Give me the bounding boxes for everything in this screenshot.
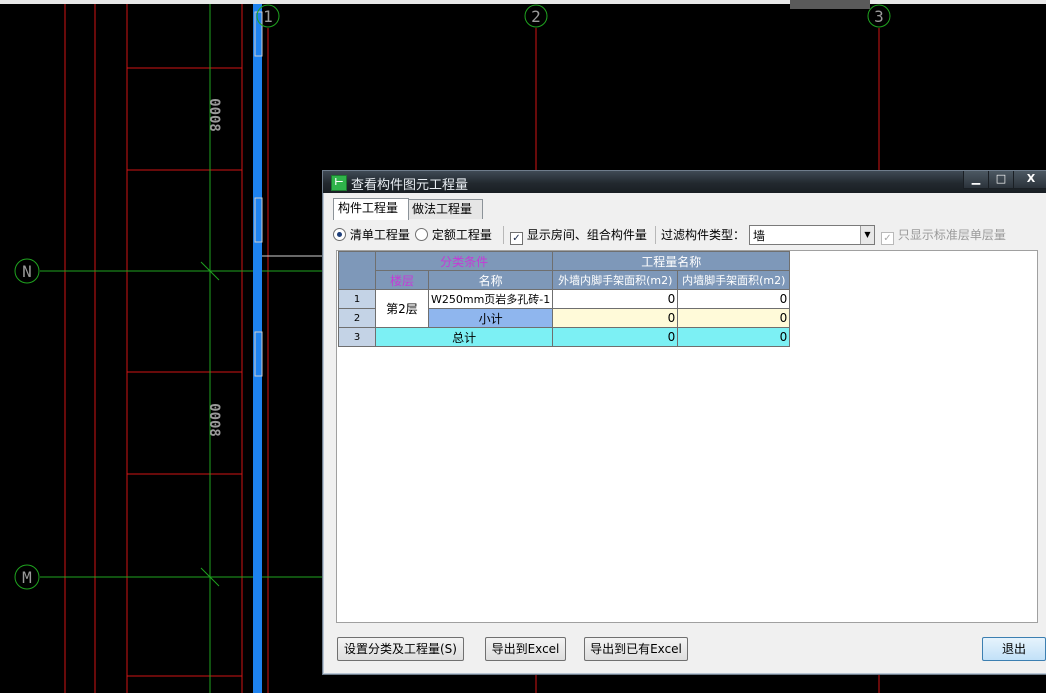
toolbar-separator [655,226,656,244]
cell-subtotal-inner[interactable]: 0 [677,308,791,328]
radio-unselected-icon [415,228,428,241]
cell-subtotal-outer[interactable]: 0 [552,308,679,328]
quantity-dialog: ⊢ 查看构件图元工程量 ▁ □ X 构件工程量 做法工程量 清单工程量 定额工程… [322,170,1046,675]
checkbox-show-rooms-label: 显示房间、组合构件量 [526,228,647,242]
export-excel-button[interactable]: 导出到Excel [485,637,566,661]
header-inner-wall-scaffold: 内墙脚手架面积(m2) [677,270,791,290]
header-name: 名称 [427,270,554,290]
export-existing-excel-button[interactable]: 导出到已有Excel [584,637,688,661]
header-outer-wall-scaffold: 外墙内脚手架面积(m2) [552,270,679,290]
filter-type-label: 过滤构件类型： [661,228,746,242]
checkbox-show-rooms[interactable]: ✓ 显示房间、组合构件量 [510,227,647,245]
minimize-button[interactable]: ▁ [963,171,989,189]
axis-label-3: 3 [874,7,884,26]
cell-floor[interactable]: 第2层 [375,289,429,328]
table-row-total[interactable]: 3 总计 0 0 [338,327,791,347]
maximize-button[interactable]: □ [988,171,1014,189]
checkbox-standard-floor[interactable]: ✓ 只显示标准层单层量 [881,227,1006,245]
dimension-label-lower: 0008 [206,403,222,437]
quantity-table: 分类条件 工程量名称 楼层 名称 外墙内脚手架面积(m2) 内墙脚手架面积(m2… [338,251,791,347]
row-number: 3 [338,327,376,347]
axis-label-1: 1 [263,7,273,26]
exit-button[interactable]: 退出 [982,637,1046,661]
app-icon: ⊢ [331,175,347,191]
axis-label-2: 2 [531,7,541,26]
radio-quota-quantity[interactable]: 定额工程量 [415,227,492,243]
dimension-label-upper: 0008 [206,98,222,132]
quantity-grid-area[interactable]: 分类条件 工程量名称 楼层 名称 外墙内脚手架面积(m2) 内墙脚手架面积(m2… [336,250,1038,623]
axis-label-m: M [22,568,32,587]
cell-total-label[interactable]: 总计 [374,327,554,347]
radio-bill-label: 清单工程量 [349,228,410,242]
dialog-title: 查看构件图元工程量 [351,178,469,193]
cell-outer-value[interactable]: 0 [552,289,679,309]
header-quantity-names: 工程量名称 [552,251,791,271]
row-number: 2 [338,308,376,328]
radio-selected-icon [333,228,346,241]
toolbar-separator [503,226,504,244]
checkbox-standard-floor-label: 只显示标准层单层量 [897,228,1006,242]
tab-component-quantity[interactable]: 构件工程量 [333,198,409,220]
radio-quota-label: 定额工程量 [431,228,492,242]
radio-bill-quantity[interactable]: 清单工程量 [333,227,410,243]
cell-total-outer[interactable]: 0 [552,327,679,347]
set-category-quantity-button[interactable]: 设置分类及工程量(S) [337,637,464,661]
header-category-conditions: 分类条件 [374,251,554,271]
axis-label-n: N [22,262,32,281]
checkbox-disabled-icon: ✓ [881,232,894,245]
checkbox-checked-icon: ✓ [510,232,523,245]
cell-inner-value[interactable]: 0 [677,289,791,309]
dialog-titlebar[interactable]: ⊢ 查看构件图元工程量 ▁ □ X [323,171,1046,193]
chevron-down-icon[interactable]: ▼ [860,226,874,244]
table-row[interactable]: 1 第2层 W250mm页岩多孔砖-1 0 0 [338,289,791,328]
filter-type-value: 墙 [753,229,766,243]
filter-type-dropdown[interactable]: 墙 ▼ [749,225,875,245]
close-button[interactable]: X [1013,171,1046,189]
cell-name[interactable]: W250mm页岩多孔砖-1 [427,289,554,309]
cell-total-inner[interactable]: 0 [677,327,791,347]
header-floor: 楼层 [375,270,429,290]
tab-method-quantity[interactable]: 做法工程量 [407,199,483,219]
table-corner [338,251,376,290]
cell-subtotal-label[interactable]: 小计 [427,308,554,328]
row-number: 1 [338,289,376,309]
filter-toolbar: 清单工程量 定额工程量 ✓ 显示房间、组合构件量 过滤构件类型： 墙 ▼ ✓ 只… [333,223,1045,247]
